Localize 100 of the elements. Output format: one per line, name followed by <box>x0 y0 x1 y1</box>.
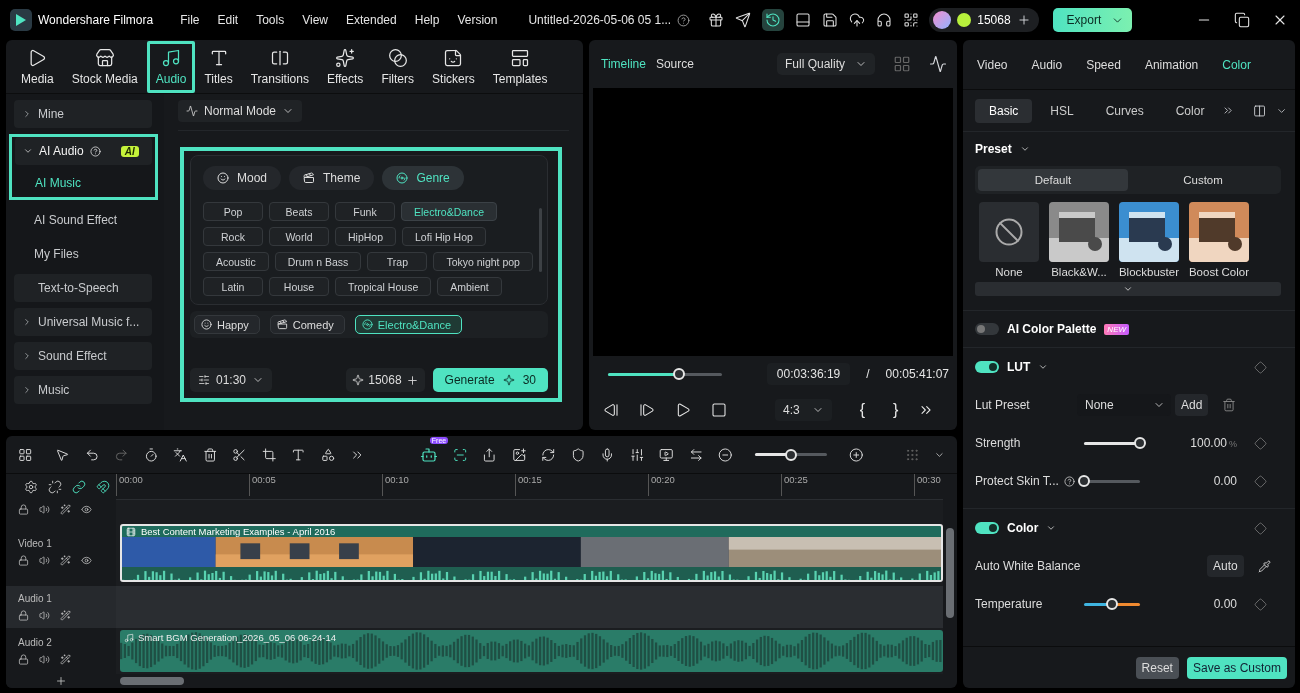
wand-icon[interactable] <box>60 555 71 566</box>
scrollbar[interactable] <box>539 208 542 272</box>
shield-icon[interactable] <box>570 446 586 463</box>
menu-item[interactable]: Edit <box>217 13 239 27</box>
wand-icon[interactable] <box>60 654 71 665</box>
auto-button[interactable]: Auto <box>1207 555 1244 577</box>
preset-tab[interactable]: Custom <box>1128 169 1278 191</box>
genre-chip[interactable]: Trap <box>367 252 428 271</box>
more-icon[interactable] <box>1222 104 1235 117</box>
chosen-tag[interactable]: Happy <box>194 315 260 334</box>
scrollbar[interactable] <box>120 677 184 685</box>
menu-item[interactable]: Extended <box>346 13 397 27</box>
mark-in-button[interactable]: { <box>859 401 866 419</box>
robot-icon[interactable] <box>419 445 438 464</box>
media-tab[interactable]: Transitions <box>241 41 318 93</box>
lock-icon[interactable] <box>18 610 29 621</box>
sidebar-item[interactable]: Mine <box>14 100 152 128</box>
reset-button[interactable]: Reset <box>1135 656 1179 679</box>
volume-icon[interactable] <box>39 654 50 665</box>
genre-chip[interactable]: Latin <box>203 277 263 296</box>
preview-tab[interactable]: Source <box>655 57 694 71</box>
preset-thumbnail[interactable] <box>1049 202 1109 262</box>
caret-icon[interactable] <box>1019 144 1030 154</box>
eyedropper-icon[interactable] <box>1257 559 1271 573</box>
genre-chip[interactable]: Pop <box>203 202 263 221</box>
fit-icon[interactable] <box>688 446 704 463</box>
preview-tab[interactable]: Timeline <box>601 57 646 71</box>
zoom-in-icon[interactable] <box>849 446 864 463</box>
slider-thumb[interactable] <box>1078 475 1090 487</box>
volume-icon[interactable] <box>39 555 50 566</box>
slider-thumb[interactable] <box>1106 598 1118 610</box>
next-frame-icon[interactable] <box>639 402 655 418</box>
sidebar-item[interactable]: AI Audio AI <box>15 137 152 165</box>
sub-tab[interactable]: HSL <box>1036 98 1088 123</box>
grid-icon[interactable] <box>903 12 920 28</box>
genre-chip[interactable]: Beats <box>269 202 329 221</box>
image-icon[interactable] <box>511 446 527 463</box>
sidebar-item[interactable]: My Files <box>14 240 152 268</box>
save-custom-button[interactable]: Save as Custom <box>1186 656 1287 679</box>
genre-chip[interactable]: Tropical House <box>335 277 432 296</box>
menu-item[interactable]: Tools <box>256 13 285 27</box>
media-tab[interactable]: Templates <box>483 41 557 93</box>
lock-icon[interactable] <box>18 654 29 665</box>
timer-icon[interactable] <box>143 446 159 463</box>
genre-chip[interactable]: Ambient <box>437 277 502 296</box>
sidebar-item[interactable]: Sound Effect <box>14 342 152 370</box>
preset-thumbnail[interactable] <box>1119 202 1179 262</box>
trash-icon[interactable] <box>1222 398 1237 412</box>
keyframe-icon[interactable] <box>1254 474 1267 488</box>
microphone-icon[interactable] <box>600 446 615 463</box>
preset-thumbnail[interactable] <box>1189 202 1249 262</box>
toggle-switch[interactable] <box>975 323 999 335</box>
cloud-icon[interactable] <box>849 12 866 28</box>
chosen-tag[interactable]: Comedy <box>269 315 345 334</box>
sub-tab[interactable]: Curves <box>1091 98 1158 123</box>
translate-icon[interactable] <box>173 446 188 463</box>
slider-thumb[interactable] <box>672 368 685 380</box>
toggle-switch[interactable] <box>975 522 999 534</box>
inspector-tab[interactable]: Audio <box>1031 57 1063 72</box>
genre-chip[interactable]: Acoustic <box>203 252 269 271</box>
quality-dropdown[interactable]: Full Quality <box>776 53 875 75</box>
wand-icon[interactable] <box>60 610 71 621</box>
layout-icon[interactable] <box>795 12 812 28</box>
category-tab[interactable]: Mood <box>203 166 282 190</box>
keyframe-icon[interactable] <box>1254 597 1267 611</box>
zoom-out-icon[interactable] <box>718 446 733 463</box>
link-icon[interactable] <box>72 480 86 494</box>
genre-chip[interactable]: Electro&Dance <box>401 202 498 221</box>
keyframe-icon[interactable] <box>1254 360 1267 374</box>
play-icon[interactable] <box>675 402 691 418</box>
send-icon[interactable] <box>735 12 752 28</box>
genre-chip[interactable]: World <box>269 227 329 246</box>
refresh-icon[interactable] <box>541 446 556 463</box>
save-icon[interactable] <box>822 12 839 28</box>
lock-icon[interactable] <box>18 555 29 566</box>
caret-icon[interactable] <box>1046 523 1057 533</box>
media-tab[interactable]: Titles <box>195 41 242 93</box>
sidebar-item[interactable]: AI Sound Effect <box>14 206 152 234</box>
eye-icon[interactable] <box>81 503 92 515</box>
keyframe-icon[interactable] <box>1254 521 1267 535</box>
gift-icon[interactable] <box>708 12 725 28</box>
layout-icon[interactable] <box>18 446 33 463</box>
caret-icon[interactable] <box>22 109 32 119</box>
sidebar-item[interactable]: AI Music <box>15 169 152 197</box>
scrollbar[interactable] <box>946 528 954 618</box>
preset-tab[interactable]: Default <box>978 169 1128 191</box>
account-pill[interactable]: 15068 <box>929 8 1039 32</box>
export-button[interactable]: Export <box>1052 8 1133 32</box>
eye-icon[interactable] <box>81 555 92 566</box>
category-tab[interactable]: Theme <box>289 166 375 190</box>
settings-icon[interactable] <box>24 480 38 494</box>
menu-item[interactable]: Version <box>457 13 498 27</box>
unlink-icon[interactable] <box>48 480 62 494</box>
volume-icon[interactable] <box>39 610 50 621</box>
headset-icon[interactable] <box>876 12 893 28</box>
inspector-tab[interactable]: Color <box>1222 57 1251 72</box>
mode-dropdown[interactable]: Normal Mode <box>178 100 303 122</box>
monitor-icon[interactable] <box>659 446 674 463</box>
slider-thumb[interactable] <box>1134 437 1146 449</box>
sidebar-item[interactable]: Text-to-Speech <box>14 274 152 302</box>
